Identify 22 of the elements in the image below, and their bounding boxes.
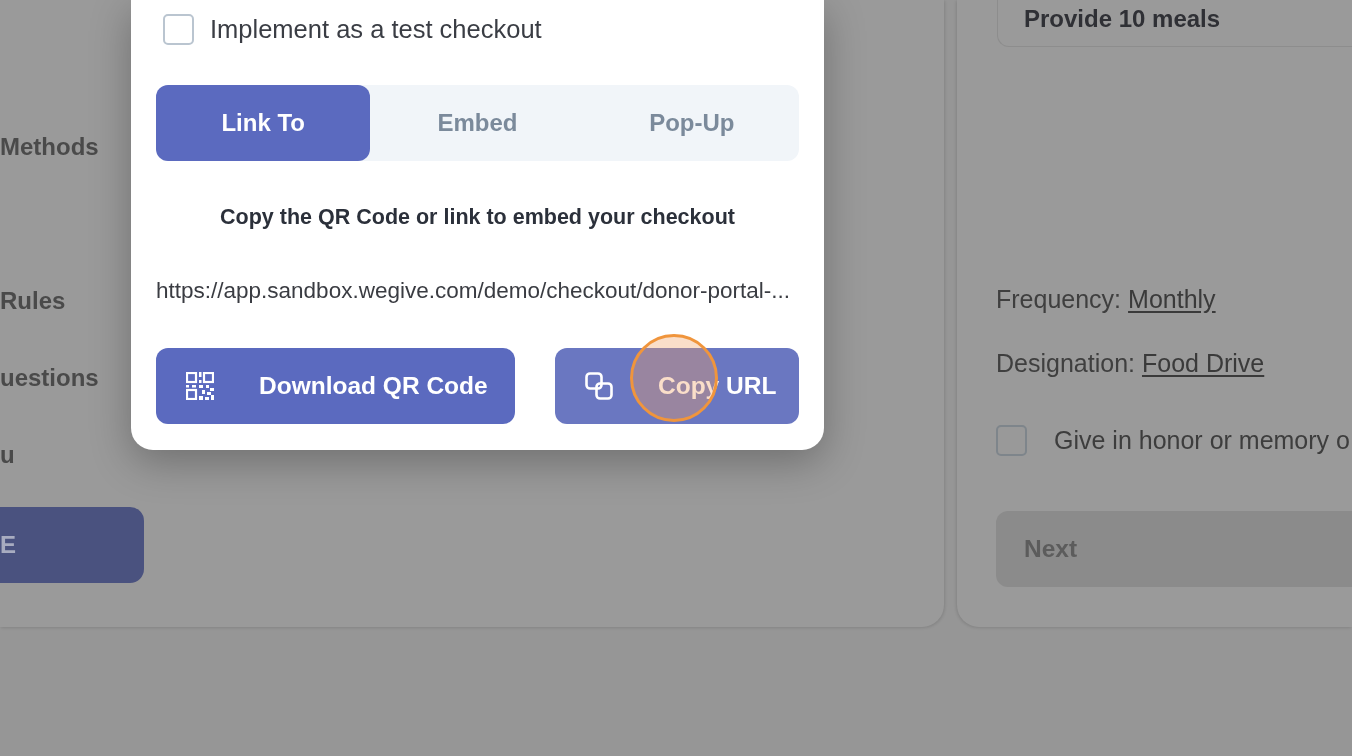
tribute-label: Give in honor or memory o [1054, 425, 1350, 455]
tab[interactable]: Pop-Up [584, 85, 799, 161]
test-checkout-label: Implement as a test checkout [210, 14, 542, 44]
download-qr-button[interactable]: Download QR Code [156, 348, 515, 424]
sidebar-item[interactable]: uestions [0, 339, 99, 416]
test-checkout-checkbox[interactable] [163, 13, 194, 45]
sidebar-item[interactable]: u [0, 416, 15, 493]
donation-option[interactable]: Provide 10 meals [997, 0, 1352, 47]
instruction-text: Copy the QR Code or link to embed your checkout [219, 203, 736, 231]
sidebar-item[interactable]: Rules [0, 262, 66, 339]
detail-label: Designation: [996, 348, 1135, 378]
tab[interactable]: Link To [156, 85, 371, 161]
sidebar-button[interactable]: E [0, 507, 144, 583]
detail-link[interactable]: Food Drive [1142, 348, 1265, 378]
copy-icon [585, 372, 613, 400]
detail-link[interactable]: Monthly [1128, 284, 1216, 314]
qr-code-icon [186, 372, 214, 400]
tribute-checkbox[interactable] [996, 424, 1027, 456]
tab[interactable]: Embed [370, 85, 585, 161]
sidebar-item[interactable]: Methods [0, 108, 99, 185]
checkout-url: https://app.sandbox.wegive.com/demo/checkout/donor-portal-... [156, 277, 792, 305]
detail-label: Frequency: [996, 284, 1122, 314]
